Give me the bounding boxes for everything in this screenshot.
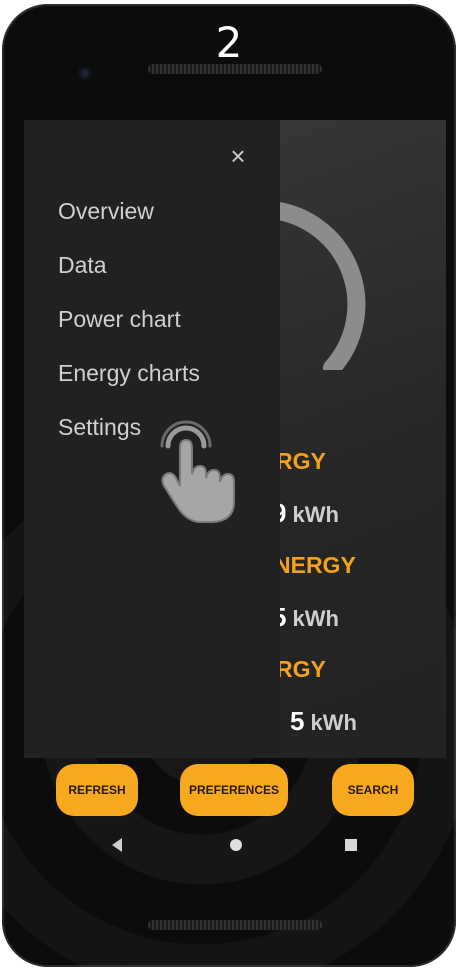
nav-back-icon[interactable] [112, 838, 122, 852]
refresh-button[interactable]: REFRESH [56, 764, 138, 816]
menu-item-overview[interactable]: Overview [58, 198, 154, 225]
phone-frame: 2 RGY 9kWh NERGY 5kWh RGY 5kWh × Overvie… [2, 4, 456, 967]
hand-pointer-icon [160, 420, 235, 523]
close-icon[interactable]: × [228, 143, 248, 169]
energy-label-1: RGY [276, 448, 326, 474]
nav-recent-icon[interactable] [345, 839, 357, 851]
energy-value-2: 5kWh [272, 602, 339, 633]
menu-item-data[interactable]: Data [58, 252, 107, 279]
system-nav-bar [2, 836, 456, 856]
menu-item-power-chart[interactable]: Power chart [58, 306, 181, 333]
energy-unit-3: kWh [310, 710, 357, 735]
energy-value-number-3: 5 [290, 706, 305, 736]
energy-value-1: 9kWh [272, 498, 339, 529]
nav-home-icon[interactable] [230, 839, 242, 851]
camera-icon [78, 66, 92, 80]
speaker-grille-bottom [148, 920, 322, 930]
step-number: 2 [215, 18, 243, 67]
energy-value-3: 5 kWh [290, 706, 357, 737]
menu-item-energy-charts[interactable]: Energy charts [58, 360, 200, 387]
menu-item-settings[interactable]: Settings [58, 414, 141, 441]
bottom-button-bar: REFRESH PREFERENCES SEARCH [2, 764, 456, 820]
energy-unit-2: kWh [292, 606, 339, 631]
preferences-button[interactable]: PREFERENCES [180, 764, 288, 816]
search-button[interactable]: SEARCH [332, 764, 414, 816]
energy-label-3: RGY [276, 656, 326, 682]
energy-label-2: NERGY [274, 552, 356, 578]
energy-unit-1: kWh [292, 502, 339, 527]
